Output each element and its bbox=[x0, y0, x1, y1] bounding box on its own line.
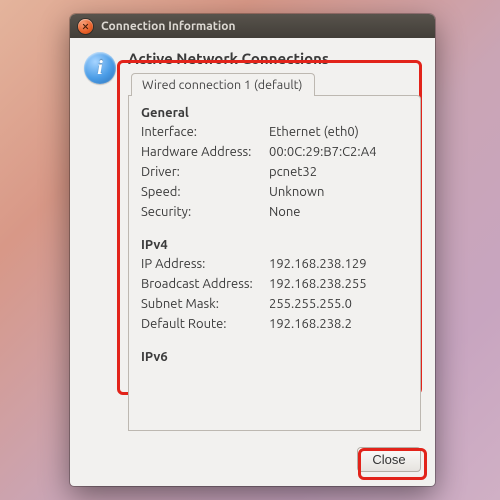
label: Subnet Mask: bbox=[141, 294, 269, 314]
label: Security: bbox=[141, 202, 269, 222]
connection-info-window: Connection Information i Active Network … bbox=[70, 14, 435, 486]
row-interface: Interface:Ethernet (eth0) bbox=[141, 122, 408, 142]
value: 192.168.238.255 bbox=[269, 274, 408, 294]
row-speed: Speed:Unknown bbox=[141, 182, 408, 202]
close-icon bbox=[82, 23, 89, 30]
window-close-button[interactable] bbox=[78, 19, 93, 34]
row-mask: Subnet Mask:255.255.255.0 bbox=[141, 294, 408, 314]
dialog-footer: Close bbox=[70, 441, 435, 486]
section-ipv6-title: IPv6 bbox=[141, 350, 408, 364]
label: Default Route: bbox=[141, 314, 269, 334]
row-hwaddr: Hardware Address:00:0C:29:B7:C2:A4 bbox=[141, 142, 408, 162]
row-route: Default Route:192.168.238.2 bbox=[141, 314, 408, 334]
section-general-title: General bbox=[141, 106, 408, 120]
titlebar[interactable]: Connection Information bbox=[70, 14, 435, 38]
value: 255.255.255.0 bbox=[269, 294, 408, 314]
row-bcast: Broadcast Address:192.168.238.255 bbox=[141, 274, 408, 294]
page-title: Active Network Connections bbox=[128, 50, 421, 67]
value: Ethernet (eth0) bbox=[269, 122, 408, 142]
connection-panel: General Interface:Ethernet (eth0) Hardwa… bbox=[128, 95, 421, 431]
window-title: Connection Information bbox=[101, 20, 236, 33]
value: None bbox=[269, 202, 408, 222]
label: IP Address: bbox=[141, 254, 269, 274]
label: Broadcast Address: bbox=[141, 274, 269, 294]
label: Interface: bbox=[141, 122, 269, 142]
info-icon: i bbox=[84, 52, 116, 84]
content-area: i Active Network Connections Wired conne… bbox=[70, 38, 435, 441]
value: 00:0C:29:B7:C2:A4 bbox=[269, 142, 408, 162]
value: 192.168.238.129 bbox=[269, 254, 408, 274]
section-ipv4-title: IPv4 bbox=[141, 238, 408, 252]
label: Driver: bbox=[141, 162, 269, 182]
label: Hardware Address: bbox=[141, 142, 269, 162]
row-ip: IP Address:192.168.238.129 bbox=[141, 254, 408, 274]
tab-wired-connection[interactable]: Wired connection 1 (default) bbox=[131, 73, 315, 96]
tab-area: Wired connection 1 (default) General Int… bbox=[128, 73, 421, 431]
label: Speed: bbox=[141, 182, 269, 202]
row-driver: Driver:pcnet32 bbox=[141, 162, 408, 182]
close-button[interactable]: Close bbox=[357, 447, 421, 472]
value: pcnet32 bbox=[269, 162, 408, 182]
row-security: Security:None bbox=[141, 202, 408, 222]
value: Unknown bbox=[269, 182, 408, 202]
value: 192.168.238.2 bbox=[269, 314, 408, 334]
